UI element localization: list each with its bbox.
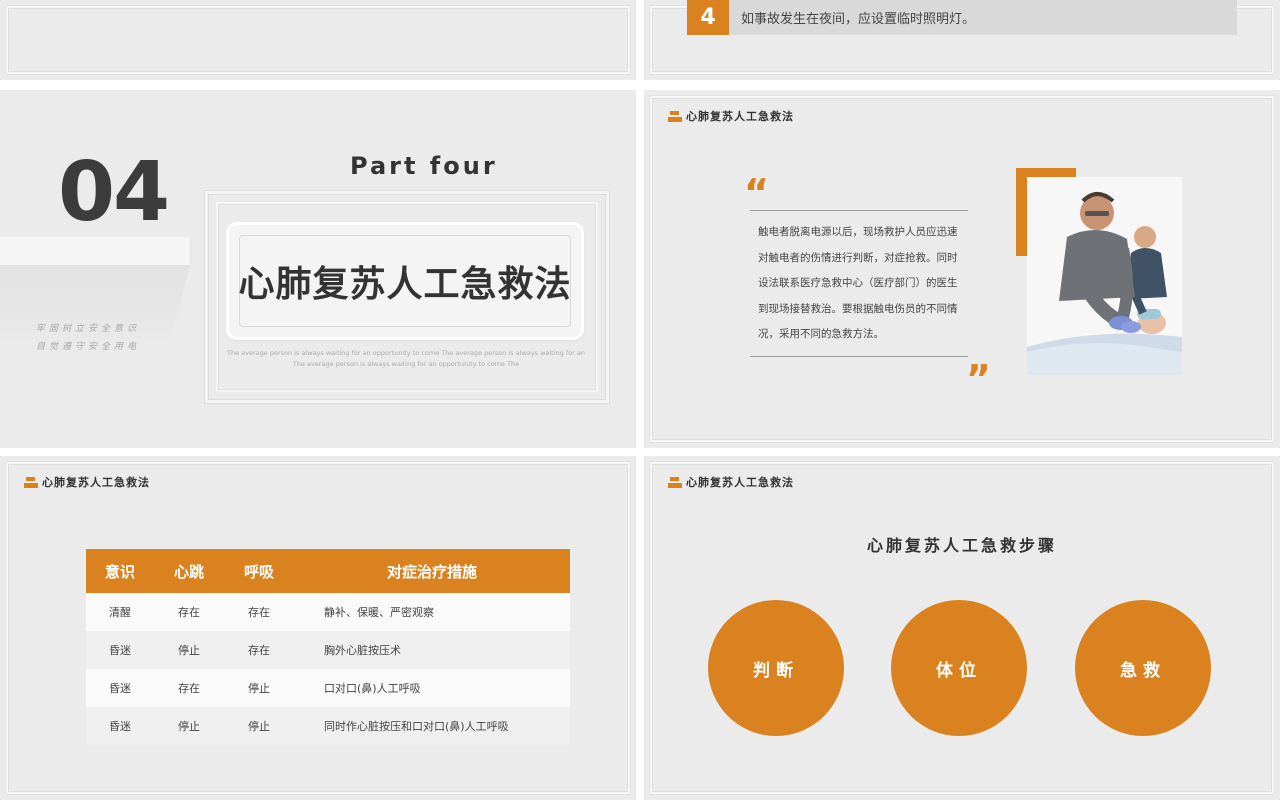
logo-icon [668, 110, 682, 122]
slide-table[interactable]: 心肺复苏人工急救法 意识 心跳 呼吸 对症治疗措施 清醒 存在 存在 静补、保暖… [0, 456, 636, 800]
table-cell: 口对口(鼻)人工呼吸 [294, 669, 570, 707]
table-cell: 昏迷 [86, 631, 154, 669]
cpr-photo [1027, 177, 1182, 375]
table-cell: 停止 [154, 707, 224, 745]
table-cell: 同时作心脏按压和口对口(鼻)人工呼吸 [294, 707, 570, 745]
table-row: 清醒 存在 存在 静补、保暖、严密观察 [86, 593, 570, 631]
slide-header: 心肺复苏人工急救法 [24, 474, 150, 490]
table-cell: 清醒 [86, 593, 154, 631]
table-header-cell: 呼吸 [224, 549, 294, 593]
table-row: 昏迷 存在 停止 口对口(鼻)人工呼吸 [86, 669, 570, 707]
cpr-illustration [1027, 177, 1182, 375]
part-label: Part four [350, 152, 498, 180]
slide-steps[interactable]: 心肺复苏人工急救法 心肺复苏人工急救步骤 判断 体位 急救 [644, 456, 1280, 800]
logo-icon [24, 476, 38, 488]
slide-partial-top-right[interactable]: 4 如事故发生在夜间，应设置临时照明灯。 [644, 0, 1280, 80]
slide-frame [6, 6, 630, 74]
table-header-cell: 心跳 [154, 549, 224, 593]
open-quote-icon: “ [744, 171, 769, 215]
table-header-cell: 对症治疗措施 [294, 549, 570, 593]
decorative-band [0, 237, 190, 265]
close-quote-icon: ” [966, 357, 991, 401]
slide-partial-top-left[interactable] [0, 0, 636, 80]
step-circle-judge: 判断 [708, 600, 844, 736]
table-cell: 存在 [154, 669, 224, 707]
step-row: 4 如事故发生在夜间，应设置临时照明灯。 [687, 0, 1237, 35]
motto-line-2: 自觉遵守安全用电 [36, 342, 141, 352]
steps-title: 心肺复苏人工急救步骤 [866, 536, 1057, 555]
table-cell: 停止 [224, 707, 294, 745]
slide-header: 心肺复苏人工急救法 [668, 108, 794, 124]
table-cell: 昏迷 [86, 669, 154, 707]
step-circle-position: 体位 [891, 600, 1027, 736]
slide-quote[interactable]: 心肺复苏人工急救法 “ 触电者脱离电源以后，现场救护人员应迅速对触电者的伤情进行… [644, 90, 1280, 448]
step-text: 如事故发生在夜间，应设置临时照明灯。 [741, 12, 976, 27]
section-subtitle: The average person is always waiting for… [227, 349, 585, 368]
slide-header-title: 心肺复苏人工急救法 [686, 476, 794, 489]
section-number: 04 [58, 145, 170, 240]
table-cell: 存在 [224, 593, 294, 631]
table-cell: 昏迷 [86, 707, 154, 745]
table-cell: 胸外心脏按压术 [294, 631, 570, 669]
table-cell: 存在 [224, 631, 294, 669]
logo-icon [668, 476, 682, 488]
quote-divider-top [750, 210, 968, 211]
motto-line-1: 牢固树立安全意识 [36, 324, 141, 334]
table-row: 昏迷 停止 停止 同时作心脏按压和口对口(鼻)人工呼吸 [86, 707, 570, 745]
table-cell: 静补、保暖、严密观察 [294, 593, 570, 631]
treatment-table: 意识 心跳 呼吸 对症治疗措施 清醒 存在 存在 静补、保暖、严密观察 昏迷 停… [86, 549, 570, 745]
section-title: 心肺复苏人工急救法 [238, 264, 572, 305]
slide-section-cover[interactable]: 04 牢固树立安全意识 自觉遵守安全用电 Part four 心肺复苏人工急救法… [0, 90, 636, 448]
quote-body: 触电者脱离电源以后，现场救护人员应迅速对触电者的伤情进行判断，对症抢救。同时设法… [758, 226, 958, 340]
slide-header: 心肺复苏人工急救法 [668, 474, 794, 490]
table-cell: 停止 [154, 631, 224, 669]
section-title-card: 心肺复苏人工急救法 [229, 225, 581, 337]
table-row: 昏迷 停止 存在 胸外心脏按压术 [86, 631, 570, 669]
table-cell: 存在 [154, 593, 224, 631]
slide-header-title: 心肺复苏人工急救法 [686, 110, 794, 123]
table-header-row: 意识 心跳 呼吸 对症治疗措施 [86, 549, 570, 593]
quote-divider-bottom [750, 356, 968, 357]
table-header-cell: 意识 [86, 549, 154, 593]
table-cell: 停止 [224, 669, 294, 707]
slide-header-title: 心肺复苏人工急救法 [42, 476, 150, 489]
step-number: 4 [687, 0, 729, 35]
step-circle-rescue: 急救 [1075, 600, 1211, 736]
